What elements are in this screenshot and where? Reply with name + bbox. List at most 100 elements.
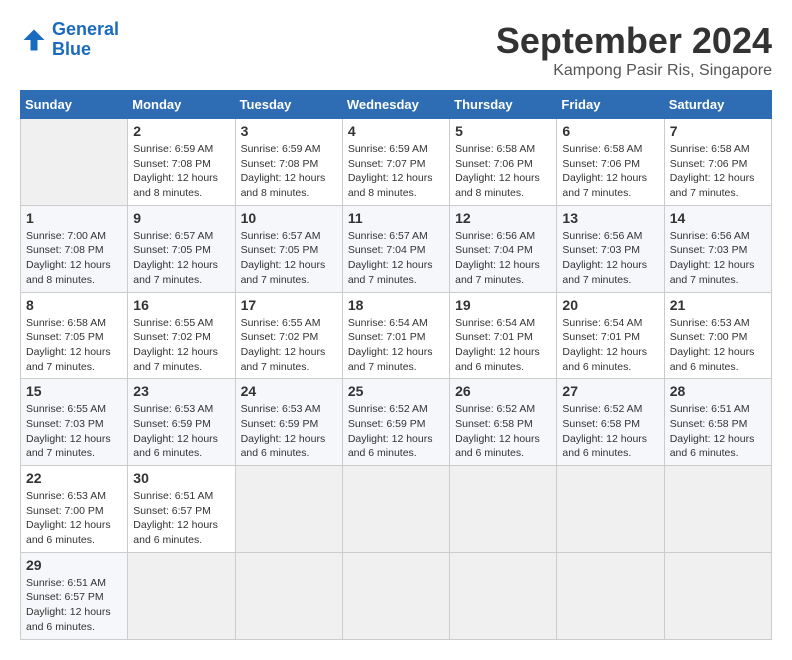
day-info: Sunrise: 6:57 AMSunset: 7:05 PMDaylight:… [241, 229, 337, 288]
header-sunday: Sunday [21, 91, 128, 119]
calendar-cell: 22 Sunrise: 6:53 AMSunset: 7:00 PMDayligh… [21, 466, 128, 553]
day-number: 4 [348, 123, 444, 139]
calendar-cell [450, 466, 557, 553]
calendar-cell: 17Sunrise: 6:55 AMSunset: 7:02 PMDayligh… [235, 292, 342, 379]
calendar-cell: 2 Sunrise: 6:59 AMSunset: 7:08 PMDaylight… [128, 119, 235, 206]
calendar-cell [664, 552, 771, 639]
logo: General Blue [20, 20, 119, 60]
logo-general: General [52, 19, 119, 39]
day-number: 26 [455, 383, 551, 399]
day-info: Sunrise: 6:59 AMSunset: 7:07 PMDaylight:… [348, 142, 444, 201]
day-number: 30 [133, 470, 229, 486]
calendar-cell: 30Sunrise: 6:51 AMSunset: 6:57 PMDayligh… [128, 466, 235, 553]
calendar-cell: 12 Sunrise: 6:56 AMSunset: 7:04 PMDayligh… [450, 205, 557, 292]
title-area: September 2024 Kampong Pasir Ris, Singap… [496, 20, 772, 80]
day-info: Sunrise: 6:58 AMSunset: 7:06 PMDaylight:… [562, 142, 658, 201]
day-number: 12 [455, 210, 551, 226]
day-number: 21 [670, 297, 766, 313]
calendar-cell: 5 Sunrise: 6:58 AMSunset: 7:06 PMDaylight… [450, 119, 557, 206]
day-info: Sunrise: 6:59 AMSunset: 7:08 PMDaylight:… [133, 142, 229, 201]
day-info: Sunrise: 6:58 AMSunset: 7:06 PMDaylight:… [670, 142, 766, 201]
calendar-cell: 7 Sunrise: 6:58 AMSunset: 7:06 PMDaylight… [664, 119, 771, 206]
month-title: September 2024 [496, 20, 772, 62]
header-monday: Monday [128, 91, 235, 119]
header-tuesday: Tuesday [235, 91, 342, 119]
day-number: 22 [26, 470, 122, 486]
day-info: Sunrise: 6:58 AMSunset: 7:05 PMDaylight:… [26, 316, 122, 375]
page-header: General Blue September 2024 Kampong Pasi… [20, 20, 772, 80]
day-number: 14 [670, 210, 766, 226]
calendar-cell [342, 552, 449, 639]
day-number: 10 [241, 210, 337, 226]
calendar-cell: 23Sunrise: 6:53 AMSunset: 6:59 PMDayligh… [128, 379, 235, 466]
header-wednesday: Wednesday [342, 91, 449, 119]
day-info: Sunrise: 6:51 AMSunset: 6:58 PMDaylight:… [670, 402, 766, 461]
calendar-cell: 13 Sunrise: 6:56 AMSunset: 7:03 PMDayligh… [557, 205, 664, 292]
calendar-cell: 24 Sunrise: 6:53 AMSunset: 6:59 PMDayligh… [235, 379, 342, 466]
day-info: Sunrise: 6:56 AMSunset: 7:04 PMDaylight:… [455, 229, 551, 288]
calendar-cell: 11 Sunrise: 6:57 AMSunset: 7:04 PMDayligh… [342, 205, 449, 292]
day-info: Sunrise: 6:53 AMSunset: 7:00 PMDaylight:… [26, 489, 122, 548]
header-thursday: Thursday [450, 91, 557, 119]
day-info: Sunrise: 6:52 AMSunset: 6:58 PMDaylight:… [562, 402, 658, 461]
day-info: Sunrise: 6:54 AMSunset: 7:01 PMDaylight:… [562, 316, 658, 375]
calendar-cell [557, 466, 664, 553]
header-saturday: Saturday [664, 91, 771, 119]
calendar-cell [235, 466, 342, 553]
logo-blue: Blue [52, 39, 91, 59]
day-info: Sunrise: 6:52 AMSunset: 6:58 PMDaylight:… [455, 402, 551, 461]
calendar-cell: 26 Sunrise: 6:52 AMSunset: 6:58 PMDayligh… [450, 379, 557, 466]
day-info: Sunrise: 6:56 AMSunset: 7:03 PMDaylight:… [562, 229, 658, 288]
day-info: Sunrise: 6:57 AMSunset: 7:05 PMDaylight:… [133, 229, 229, 288]
day-number: 20 [562, 297, 658, 313]
header-friday: Friday [557, 91, 664, 119]
calendar-week-row: 15 Sunrise: 6:55 AMSunset: 7:03 PMDayligh… [21, 379, 772, 466]
day-number: 6 [562, 123, 658, 139]
day-number: 3 [241, 123, 337, 139]
calendar-cell [450, 552, 557, 639]
day-info: Sunrise: 6:55 AMSunset: 7:02 PMDaylight:… [241, 316, 337, 375]
calendar-cell: 16Sunrise: 6:55 AMSunset: 7:02 PMDayligh… [128, 292, 235, 379]
calendar-table: SundayMondayTuesdayWednesdayThursdayFrid… [20, 90, 772, 640]
day-number: 8 [26, 297, 122, 313]
calendar-cell: 28Sunrise: 6:51 AMSunset: 6:58 PMDayligh… [664, 379, 771, 466]
day-number: 5 [455, 123, 551, 139]
day-info: Sunrise: 6:57 AMSunset: 7:04 PMDaylight:… [348, 229, 444, 288]
calendar-cell [235, 552, 342, 639]
day-info: Sunrise: 6:53 AMSunset: 6:59 PMDaylight:… [241, 402, 337, 461]
calendar-cell [664, 466, 771, 553]
calendar-week-row: 29 Sunrise: 6:51 AMSunset: 6:57 PMDayligh… [21, 552, 772, 639]
day-number: 29 [26, 557, 122, 573]
day-info: Sunrise: 6:51 AMSunset: 6:57 PMDaylight:… [26, 576, 122, 635]
calendar-cell [21, 119, 128, 206]
day-info: Sunrise: 7:00 AMSunset: 7:08 PMDaylight:… [26, 229, 122, 288]
day-number: 23 [133, 383, 229, 399]
calendar-cell: 27Sunrise: 6:52 AMSunset: 6:58 PMDayligh… [557, 379, 664, 466]
day-info: Sunrise: 6:55 AMSunset: 7:03 PMDaylight:… [26, 402, 122, 461]
calendar-cell: 29 Sunrise: 6:51 AMSunset: 6:57 PMDayligh… [21, 552, 128, 639]
day-number: 9 [133, 210, 229, 226]
calendar-cell: 9 Sunrise: 6:57 AMSunset: 7:05 PMDaylight… [128, 205, 235, 292]
calendar-cell: 25 Sunrise: 6:52 AMSunset: 6:59 PMDayligh… [342, 379, 449, 466]
calendar-cell: 4 Sunrise: 6:59 AMSunset: 7:07 PMDaylight… [342, 119, 449, 206]
day-number: 13 [562, 210, 658, 226]
day-number: 15 [26, 383, 122, 399]
calendar-cell: 6 Sunrise: 6:58 AMSunset: 7:06 PMDaylight… [557, 119, 664, 206]
day-number: 1 [26, 210, 122, 226]
day-number: 7 [670, 123, 766, 139]
day-number: 18 [348, 297, 444, 313]
calendar-cell: 3Sunrise: 6:59 AMSunset: 7:08 PMDaylight… [235, 119, 342, 206]
calendar-cell: 1 Sunrise: 7:00 AMSunset: 7:08 PMDaylight… [21, 205, 128, 292]
day-number: 11 [348, 210, 444, 226]
day-number: 24 [241, 383, 337, 399]
calendar-week-row: 22 Sunrise: 6:53 AMSunset: 7:00 PMDayligh… [21, 466, 772, 553]
day-info: Sunrise: 6:53 AMSunset: 7:00 PMDaylight:… [670, 316, 766, 375]
day-number: 2 [133, 123, 229, 139]
day-info: Sunrise: 6:58 AMSunset: 7:06 PMDaylight:… [455, 142, 551, 201]
calendar-week-row: 2 Sunrise: 6:59 AMSunset: 7:08 PMDaylight… [21, 119, 772, 206]
calendar-week-row: 1 Sunrise: 7:00 AMSunset: 7:08 PMDaylight… [21, 205, 772, 292]
calendar-cell [128, 552, 235, 639]
day-info: Sunrise: 6:56 AMSunset: 7:03 PMDaylight:… [670, 229, 766, 288]
day-info: Sunrise: 6:52 AMSunset: 6:59 PMDaylight:… [348, 402, 444, 461]
day-number: 25 [348, 383, 444, 399]
